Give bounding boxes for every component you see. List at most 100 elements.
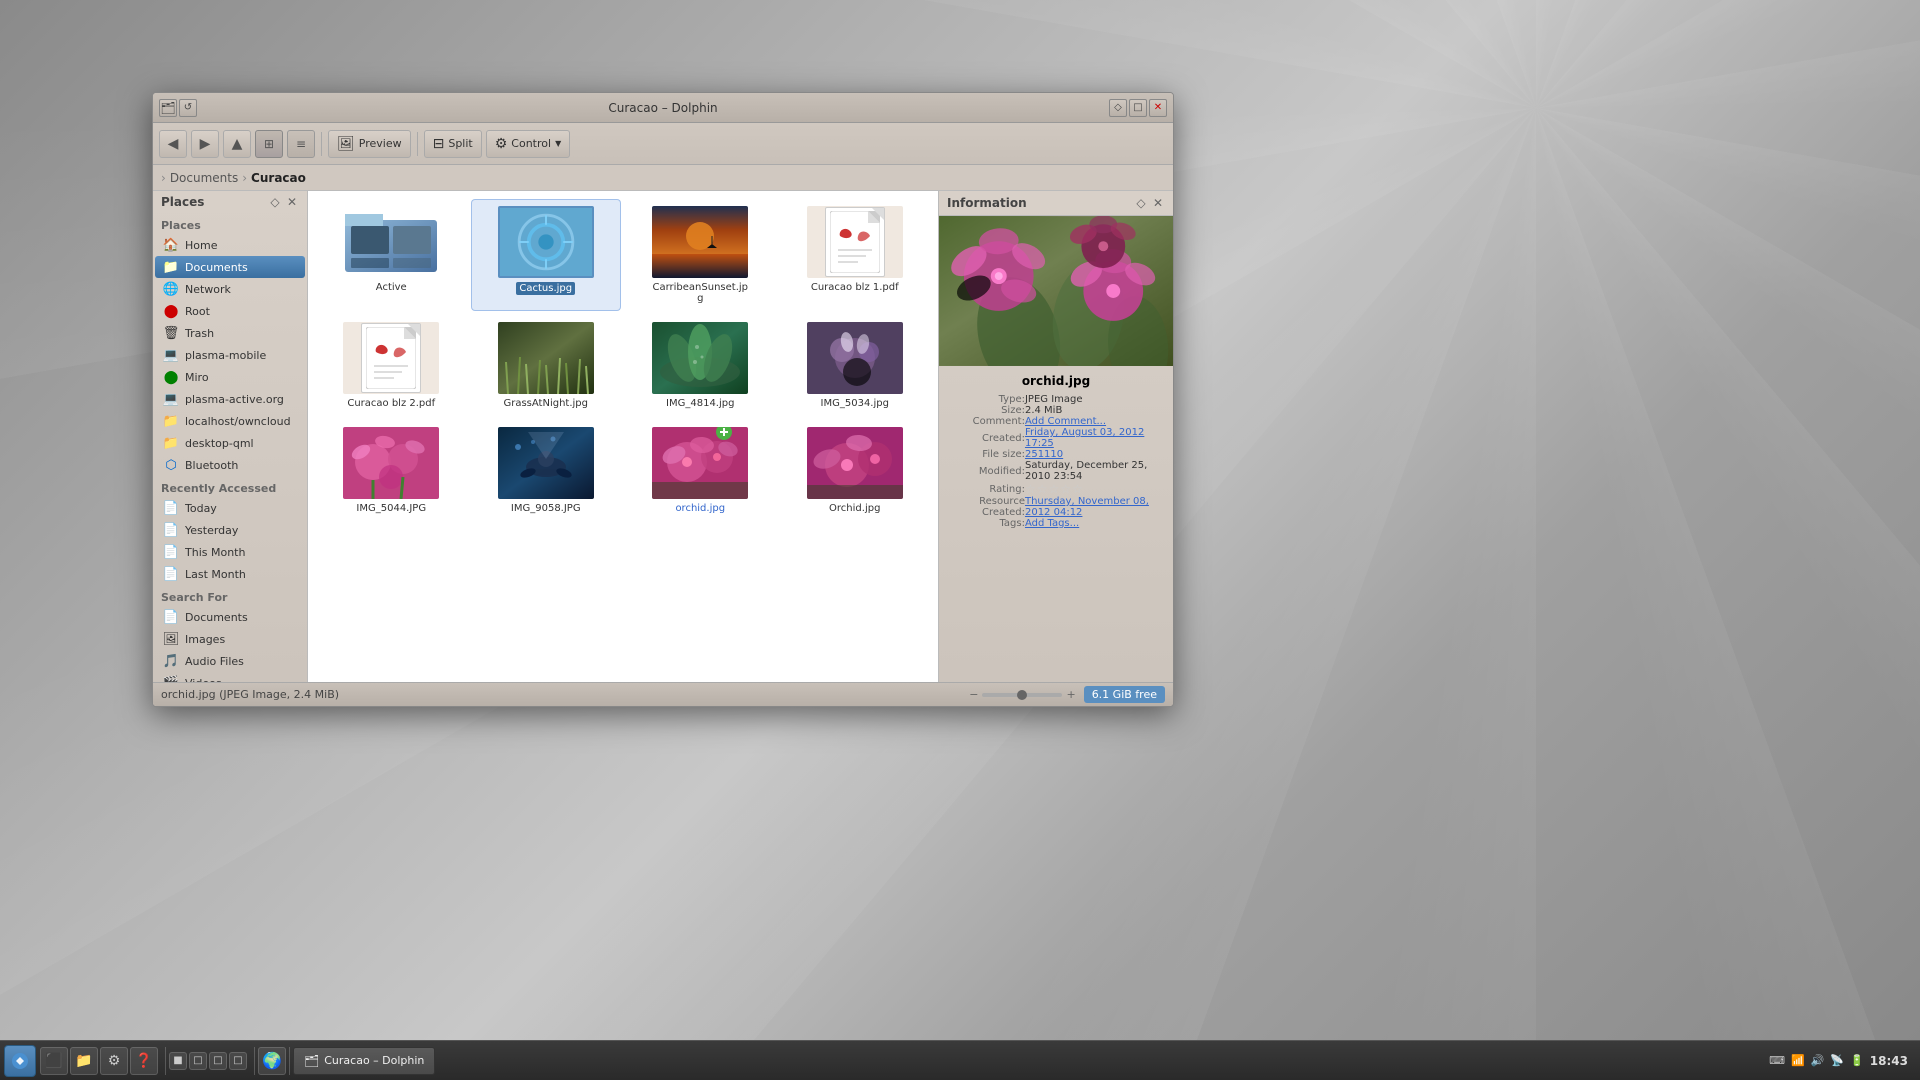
up-button[interactable]: ▲ [223, 130, 251, 158]
preview-button[interactable]: 🖼 Preview [328, 130, 411, 158]
sidebar-header-icons: ◇ ✕ [268, 195, 299, 209]
file-item-img5044[interactable]: IMG_5044.JPG [316, 420, 467, 521]
sidebar-item-miro[interactable]: ⬤ Miro [155, 366, 305, 388]
file-name-orchid-lower: orchid.jpg [675, 503, 725, 514]
sidebar-item-plasma-mobile[interactable]: 💻 plasma-mobile [155, 344, 305, 366]
sidebar-item-home[interactable]: 🏠 Home [155, 234, 305, 256]
sidebar-item-network[interactable]: 🌐 Network [155, 278, 305, 300]
info-panel-pin-icon[interactable]: ◇ [1134, 196, 1148, 210]
taskbar-desktop-4[interactable]: □ [229, 1052, 247, 1070]
zoom-handle[interactable] [1017, 690, 1027, 700]
preview-icon: 🖼 [337, 136, 355, 152]
details-view-button[interactable]: ≡ [287, 130, 315, 158]
zoom-minus-icon[interactable]: − [969, 688, 978, 701]
file-name-grassatnight: GrassAtNight.jpg [503, 398, 588, 409]
info-resource-link[interactable]: Thursday, November 08, 2012 04:12 [1025, 496, 1149, 518]
file-item-img9058[interactable]: IMG_9058.JPG [471, 420, 622, 521]
breadcrumb-documents[interactable]: Documents [170, 171, 238, 185]
taskbar-start-button[interactable] [4, 1045, 36, 1077]
taskbar-desktop-2[interactable]: □ [189, 1052, 207, 1070]
sidebar-item-desktop-qml[interactable]: 📁 desktop-qml [155, 432, 305, 454]
sidebar-item-network-label: Network [185, 283, 231, 296]
sidebar-item-this-month[interactable]: 📄 This Month [155, 541, 305, 563]
localhost-icon: 📁 [163, 413, 179, 429]
sidebar-section-recently: Recently Accessed [153, 476, 307, 497]
sidebar-pin-icon[interactable]: ◇ [268, 195, 282, 209]
file-name-img4814: IMG_4814.jpg [666, 398, 734, 409]
taskbar-browser-icon[interactable]: 🌍 [258, 1047, 286, 1075]
star-1[interactable]: ☆ [1025, 482, 1036, 496]
tray-battery-icon: 🔋 [1850, 1054, 1864, 1067]
home-icon: 🏠 [163, 237, 179, 253]
icons-view-button[interactable]: ⊞ [255, 130, 283, 158]
file-item-caribbeansunset[interactable]: CarribeanSunset.jpg [625, 199, 776, 311]
titlebar-minimize-btn[interactable]: ◇ [1109, 99, 1127, 117]
sidebar-item-search-documents[interactable]: 📄 Documents [155, 606, 305, 628]
sidebar-item-search-images[interactable]: 🖼 Images [155, 628, 305, 650]
info-created-link[interactable]: Friday, August 03, 2012 17:25 [1025, 427, 1144, 449]
file-item-img5034[interactable]: IMG_5034.jpg [780, 315, 931, 416]
forward-button[interactable]: ▶ [191, 130, 219, 158]
file-item-curacao-blz1[interactable]: Curacao blz 1.pdf [780, 199, 931, 311]
zoom-slider[interactable] [982, 693, 1062, 697]
titlebar-maximize-btn[interactable]: □ [1129, 99, 1147, 117]
plasma-active-icon: 💻 [163, 391, 179, 407]
sidebar-item-documents[interactable]: 📁 Documents [155, 256, 305, 278]
split-label: Split [448, 137, 472, 150]
file-item-orchid-upper[interactable]: Orchid.jpg [780, 420, 931, 521]
search-audio-icon: 🎵 [163, 653, 179, 669]
info-type-label: Type: [947, 394, 1025, 405]
taskbar-desktop-3[interactable]: □ [209, 1052, 227, 1070]
taskbar-icon-terminal[interactable]: ⬛ [40, 1047, 68, 1075]
back-button[interactable]: ◀ [159, 130, 187, 158]
file-item-cactus[interactable]: Cactus.jpg [471, 199, 622, 311]
file-name-cactus: Cactus.jpg [516, 282, 575, 295]
taskbar-window-dolphin[interactable]: 🗂 Curacao – Dolphin [293, 1047, 435, 1075]
titlebar-close-btn[interactable]: ✕ [1149, 99, 1167, 117]
info-panel-close-icon[interactable]: ✕ [1151, 196, 1165, 210]
sidebar-item-root-label: Root [185, 305, 210, 318]
taskbar-icon-help[interactable]: ❓ [130, 1047, 158, 1075]
taskbar-window-icon: 🗂 [304, 1054, 319, 1068]
taskbar-icon-settings[interactable]: ⚙ [100, 1047, 128, 1075]
sidebar-item-trash[interactable]: 🗑 Trash [155, 322, 305, 344]
info-comment-link[interactable]: Add Comment... [1025, 416, 1106, 427]
file-item-curacao-blz2[interactable]: Curacao blz 2.pdf [316, 315, 467, 416]
taskbar-desktop-1[interactable]: ■ [169, 1052, 187, 1070]
file-name-curacao-blz2: Curacao blz 2.pdf [347, 398, 435, 409]
sidebar-item-today[interactable]: 📄 Today [155, 497, 305, 519]
sidebar-close-icon[interactable]: ✕ [285, 195, 299, 209]
sidebar-item-yesterday[interactable]: 📄 Yesterday [155, 519, 305, 541]
taskbar-icon-files[interactable]: 📁 [70, 1047, 98, 1075]
titlebar-left-controls: 🗂 ↺ [159, 99, 197, 117]
file-item-active[interactable]: Active [316, 199, 467, 311]
info-size-label: Size: [947, 405, 1025, 416]
file-item-grassatnight[interactable]: GrassAtNight.jpg [471, 315, 622, 416]
zoom-plus-icon[interactable]: + [1066, 688, 1075, 701]
star-4[interactable]: ☆ [1060, 482, 1071, 496]
sidebar-item-search-videos[interactable]: 🎬 Videos [155, 672, 305, 682]
file-item-img4814[interactable]: IMG_4814.jpg [625, 315, 776, 416]
sidebar-item-plasma-active[interactable]: 💻 plasma-active.org [155, 388, 305, 410]
control-button[interactable]: ⚙ Control ▼ [486, 130, 570, 158]
this-month-icon: 📄 [163, 544, 179, 560]
star-3[interactable]: ☆ [1049, 482, 1060, 496]
star-5[interactable]: ☆ [1072, 482, 1083, 496]
sidebar-item-last-month[interactable]: 📄 Last Month [155, 563, 305, 585]
titlebar-refresh-btn[interactable]: ↺ [179, 99, 197, 117]
info-tags-link[interactable]: Add Tags... [1025, 518, 1079, 529]
sidebar-header: Places ◇ ✕ [153, 191, 307, 213]
info-type-value: JPEG Image [1025, 394, 1165, 405]
sidebar-item-localhost[interactable]: 📁 localhost/owncloud [155, 410, 305, 432]
star-2[interactable]: ☆ [1037, 482, 1048, 496]
info-rating-stars: ☆ ☆ ☆ ☆ ☆ [1025, 482, 1165, 496]
title-menu-icon[interactable]: 🗂 [159, 99, 177, 117]
sidebar-item-root[interactable]: ⬤ Root [155, 300, 305, 322]
info-filesize-link[interactable]: 251110 [1025, 449, 1063, 460]
file-item-orchid-lower[interactable]: orchid.jpg [625, 420, 776, 521]
sidebar-item-search-audio[interactable]: 🎵 Audio Files [155, 650, 305, 672]
miro-icon: ⬤ [163, 369, 179, 385]
sidebar-item-bluetooth[interactable]: ⬡ Bluetooth [155, 454, 305, 476]
statusbar-file-info: orchid.jpg (JPEG Image, 2.4 MiB) [161, 688, 339, 701]
split-button[interactable]: ⊟ Split [424, 130, 482, 158]
